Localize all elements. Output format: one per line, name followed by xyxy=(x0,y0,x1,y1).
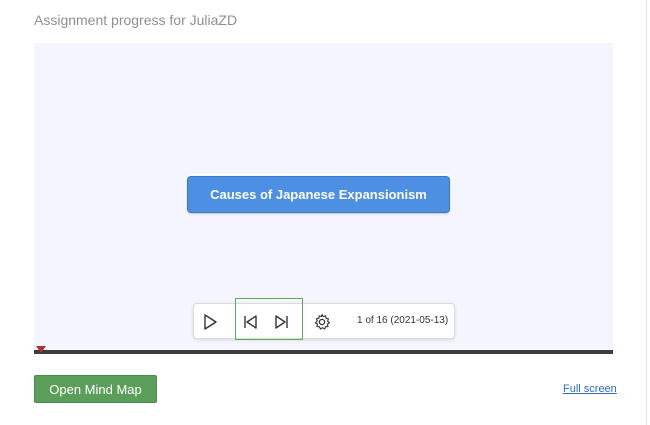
play-icon xyxy=(204,314,217,330)
page-right-border xyxy=(646,0,647,425)
play-button[interactable] xyxy=(199,311,221,333)
timeline-position-marker[interactable] xyxy=(36,346,46,353)
step-back-button[interactable] xyxy=(239,311,261,333)
step-forward-button[interactable] xyxy=(271,311,293,333)
timeline-bar[interactable] xyxy=(34,346,613,354)
page-title: Assignment progress for JuliaZD xyxy=(34,12,238,28)
full-screen-link[interactable]: Full screen xyxy=(563,383,617,395)
root-node-label: Causes of Japanese Expansionism xyxy=(210,187,427,202)
playback-controls: 1 of 16 (2021-05-13) xyxy=(193,298,455,340)
step-back-icon xyxy=(244,315,257,329)
root-node[interactable]: Causes of Japanese Expansionism xyxy=(187,176,450,213)
mind-map-canvas[interactable]: Causes of Japanese Expansionism 1 of 16 … xyxy=(34,43,613,351)
gear-icon xyxy=(314,313,331,330)
step-forward-icon xyxy=(275,315,288,329)
open-mind-map-button[interactable]: Open Mind Map xyxy=(34,375,157,403)
settings-button[interactable] xyxy=(311,311,333,333)
progress-text: 1 of 16 (2021-05-13) xyxy=(357,315,449,326)
open-mind-map-label: Open Mind Map xyxy=(49,381,142,397)
